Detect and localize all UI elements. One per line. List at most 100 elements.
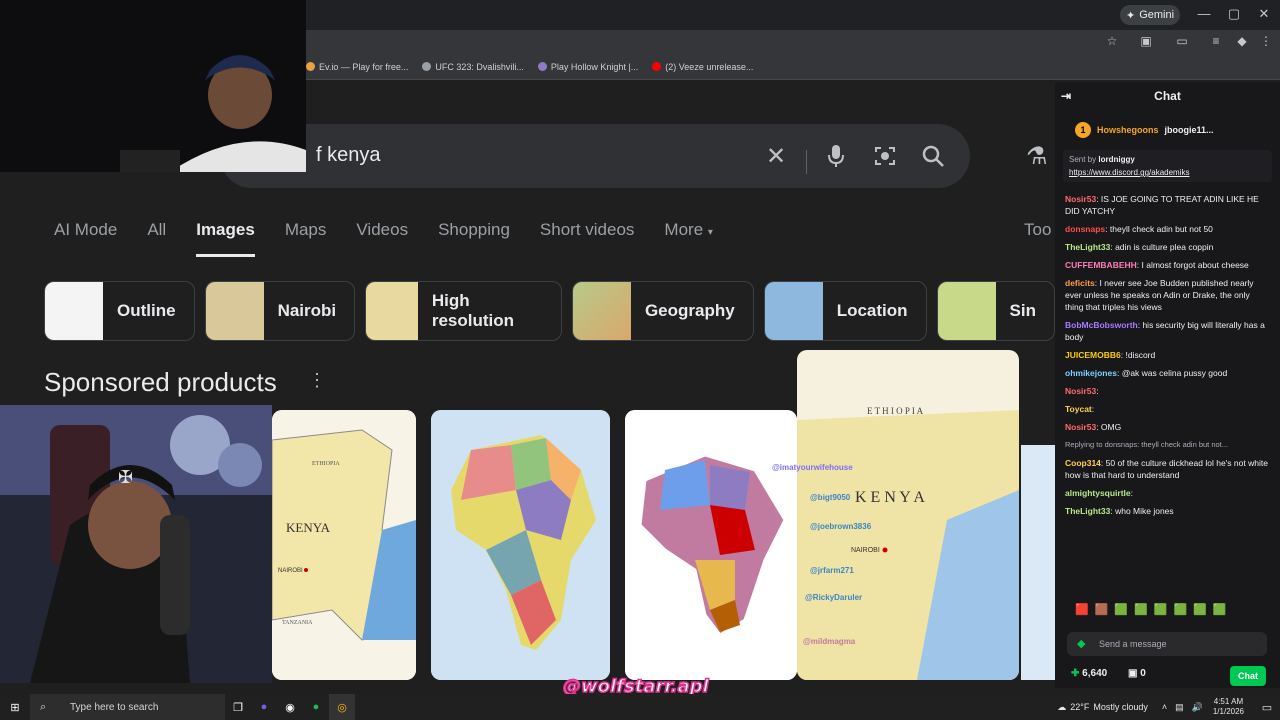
search-icon[interactable]: [917, 140, 949, 172]
bookmark-hollow-knight[interactable]: Play Hollow Knight |...: [537, 62, 638, 72]
leaderboard-user[interactable]: Howshegoons: [1097, 125, 1159, 135]
bookmark-evio[interactable]: Ev.io — Play for free...: [306, 62, 408, 72]
minimize-button[interactable]: —: [1194, 6, 1214, 21]
chat-message-input[interactable]: Send a message: [1067, 632, 1267, 656]
chat-username[interactable]: TheLight33: [1065, 242, 1110, 252]
chat-username[interactable]: CUFFEMBABEHH: [1065, 260, 1137, 270]
tab-all[interactable]: All: [147, 220, 166, 257]
product-card-africa-sticker[interactable]: [625, 410, 797, 680]
chat-text: OMG: [1100, 422, 1122, 432]
chrome-icon[interactable]: ◎: [329, 694, 355, 720]
media-icon[interactable]: ≡: [1208, 34, 1224, 50]
shield-icon[interactable]: ◆: [1234, 34, 1250, 50]
chat-separator: :: [1091, 404, 1095, 414]
tab-short-videos[interactable]: Short videos: [540, 220, 635, 257]
tab-more[interactable]: More ▾: [664, 220, 713, 257]
app-icon-obs[interactable]: ◉: [277, 694, 303, 720]
chat-text: I almost forgot about cheese: [1141, 260, 1249, 270]
chip-outline[interactable]: Outline: [44, 281, 195, 341]
tab-ai-mode[interactable]: AI Mode: [54, 220, 117, 257]
microphone-icon[interactable]: [820, 140, 852, 172]
menu-kebab-icon[interactable]: ⋮: [1258, 34, 1274, 50]
search-tabs: AI Mode All Images Maps Videos Shopping …: [54, 220, 743, 257]
tab-maps[interactable]: Maps: [285, 220, 327, 257]
spotify-icon[interactable]: ●: [303, 694, 329, 720]
product-card-africa-political[interactable]: [431, 410, 610, 680]
task-view-icon[interactable]: ❐: [225, 694, 251, 720]
emote-icon[interactable]: 🟩: [1193, 603, 1207, 616]
weather-widget[interactable]: ☁ 22°F Mostly cloudy: [1057, 702, 1148, 713]
channel-points[interactable]: ✚ 6,640: [1071, 668, 1107, 679]
overlay-chat-user: @joebrown3836: [810, 522, 872, 531]
emote-icon[interactable]: 🟥: [1075, 603, 1089, 616]
emote-icon[interactable]: 🟩: [1134, 603, 1148, 616]
overlay-city-label: NAIROBI: [851, 547, 880, 554]
chip-similar[interactable]: Sin: [936, 281, 1055, 341]
gift-icon[interactable]: ◆: [1077, 637, 1085, 650]
tab-shopping[interactable]: Shopping: [438, 220, 510, 257]
chat-username[interactable]: Nosir53: [1065, 422, 1096, 432]
chat-username[interactable]: Nosir53: [1065, 386, 1096, 396]
overlay-chat-user: @jrfarm271: [810, 566, 854, 575]
chat-username[interactable]: Toycat: [1065, 404, 1092, 414]
chat-username[interactable]: Nosir53: [1065, 194, 1096, 204]
extensions-icon[interactable]: ▣: [1138, 34, 1154, 50]
chat-username[interactable]: TheLight33: [1065, 506, 1110, 516]
chat-username[interactable]: JUICEMOBB6: [1065, 350, 1121, 360]
webcam-bottom-left: ✠: [0, 405, 272, 683]
clock[interactable]: 4:51 AM 1/1/2026: [1213, 697, 1244, 717]
leaderboard-user[interactable]: jboogie11...: [1165, 125, 1214, 135]
pinned-link[interactable]: https://www.discord.gg/akademiks: [1069, 168, 1266, 177]
product-card-kenya-map[interactable]: KENYA ETHIOPIA NAIROBI TANZANIA: [272, 410, 416, 680]
windows-start-icon[interactable]: ⊞: [0, 694, 30, 720]
chat-username[interactable]: almightysquirtle: [1065, 488, 1131, 498]
overlay-neighbor-label: E T H I O P I A: [867, 406, 924, 416]
camera-lens-icon[interactable]: [869, 140, 901, 172]
search-input[interactable]: f kenya: [316, 144, 380, 167]
emote-bar: 🟥 🟫 🟩 🟩 🟩 🟩 🟩 🟩: [1075, 603, 1227, 616]
caret-down-icon: ▾: [707, 227, 713, 238]
tray-chevron-icon[interactable]: ˄: [1162, 702, 1167, 713]
stream-chat-panel: ⇥ Chat 1 Howshegoons jboogie11... Sent b…: [1055, 82, 1280, 688]
network-icon[interactable]: ▤: [1175, 702, 1184, 713]
bookmark-star-icon[interactable]: ☆: [1104, 34, 1120, 50]
emote-icon[interactable]: 🟩: [1213, 603, 1227, 616]
app-icon-purple[interactable]: ●: [251, 694, 277, 720]
notifications-icon[interactable]: ▭: [1254, 694, 1280, 720]
bookmark-veeze[interactable]: (2) Veeze unrelease...: [652, 62, 753, 72]
chat-username[interactable]: donsnaps: [1065, 224, 1105, 234]
emote-icon[interactable]: 🟫: [1095, 603, 1109, 616]
chat-username[interactable]: BobMcBobsworth: [1065, 320, 1138, 330]
tools-tab[interactable]: Too: [1024, 220, 1051, 240]
chip-high-resolution[interactable]: High resolution: [365, 281, 562, 341]
chat-username[interactable]: Coop314: [1065, 458, 1101, 468]
chat-username[interactable]: ohmikejones: [1065, 368, 1117, 378]
chat-username[interactable]: deficits: [1065, 278, 1095, 288]
volume-icon[interactable]: 🔊: [1192, 702, 1203, 713]
maximize-button[interactable]: ▢: [1224, 6, 1244, 22]
collapse-chat-icon[interactable]: ⇥: [1061, 89, 1071, 103]
chat-message: CUFFEMBABEHH: I almost forgot about chee…: [1055, 256, 1280, 274]
chip-nairobi[interactable]: Nairobi: [204, 281, 356, 341]
emote-icon[interactable]: 🟩: [1154, 603, 1168, 616]
gemini-button[interactable]: ✦ Gemini: [1120, 5, 1180, 25]
close-window-button[interactable]: ✕: [1254, 6, 1274, 22]
more-options-icon[interactable]: ⋮: [308, 370, 326, 391]
chat-message: Toycat:: [1055, 400, 1280, 418]
tab-videos[interactable]: Videos: [356, 220, 408, 257]
chip-geography[interactable]: Geography: [571, 281, 754, 341]
emote-icon[interactable]: 🟩: [1174, 603, 1188, 616]
bits-count[interactable]: ▣ 0: [1128, 668, 1146, 679]
cast-icon[interactable]: ▭: [1174, 34, 1190, 50]
chat-send-button[interactable]: Chat: [1230, 666, 1266, 686]
taskbar-search[interactable]: ⌕ Type here to search: [30, 694, 225, 720]
chip-location[interactable]: Location: [763, 281, 927, 341]
labs-flask-icon[interactable]: ⚗: [1026, 142, 1048, 171]
clear-search-icon[interactable]: ✕: [760, 140, 792, 172]
cloud-icon: ☁: [1057, 701, 1067, 712]
chat-text: who Mike jones: [1115, 506, 1174, 516]
product-card-partial[interactable]: [1021, 445, 1055, 680]
emote-icon[interactable]: 🟩: [1114, 603, 1128, 616]
tab-images[interactable]: Images: [196, 220, 255, 257]
bookmark-ufc[interactable]: UFC 323: Dvalishvili...: [422, 62, 524, 72]
